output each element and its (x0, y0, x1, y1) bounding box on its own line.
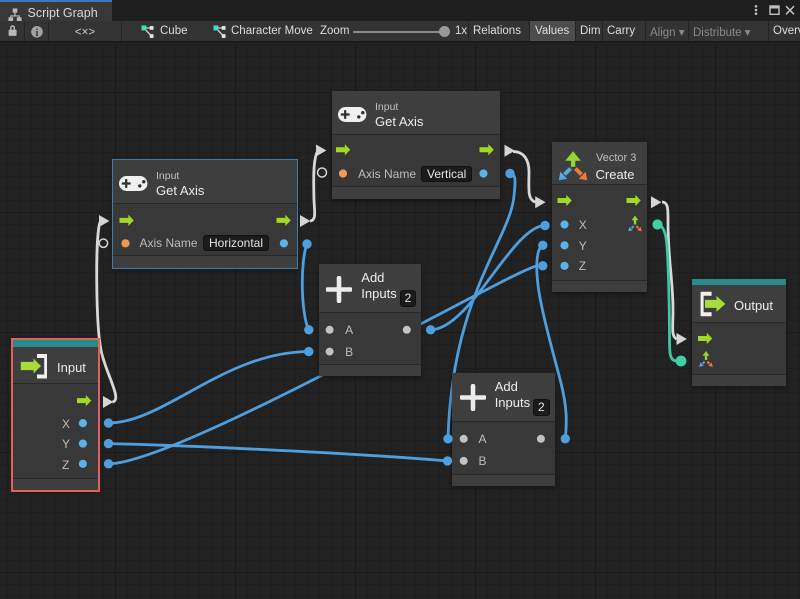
svg-text:i: i (36, 28, 39, 39)
svg-text:<×>: <×> (75, 27, 95, 39)
